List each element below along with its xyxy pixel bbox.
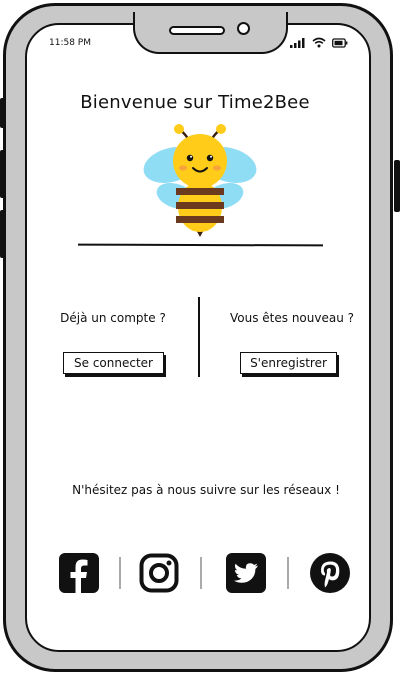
battery-icon (332, 38, 348, 48)
facebook-icon[interactable] (59, 553, 99, 593)
side-button-left-lower (0, 210, 6, 258)
twitter-icon[interactable] (226, 553, 266, 593)
social-separator (200, 557, 202, 589)
wifi-icon (312, 37, 326, 48)
register-button[interactable]: S'enregistrer (240, 352, 337, 374)
vertical-divider (198, 297, 200, 377)
welcome-title: Bienvenue sur Time2Bee (80, 92, 310, 113)
front-camera (237, 22, 250, 35)
status-icons (290, 37, 348, 48)
instagram-icon[interactable] (139, 553, 179, 593)
side-button-right (394, 160, 400, 212)
login-question: Déjà un compte ? (60, 311, 166, 325)
side-button-left-mid (0, 150, 6, 198)
register-question: Vous êtes nouveau ? (229, 311, 354, 325)
bee-icon (143, 124, 257, 237)
pinterest-icon[interactable] (310, 553, 350, 593)
social-separator (119, 557, 121, 589)
status-time: 11:58 PM (49, 38, 91, 48)
speaker-grille (169, 26, 225, 35)
signal-icon (290, 38, 305, 48)
social-separator (287, 557, 289, 589)
login-button[interactable]: Se connecter (63, 352, 164, 374)
follow-prompt: N'hésitez pas à nous suivre sur les rése… (72, 483, 340, 497)
